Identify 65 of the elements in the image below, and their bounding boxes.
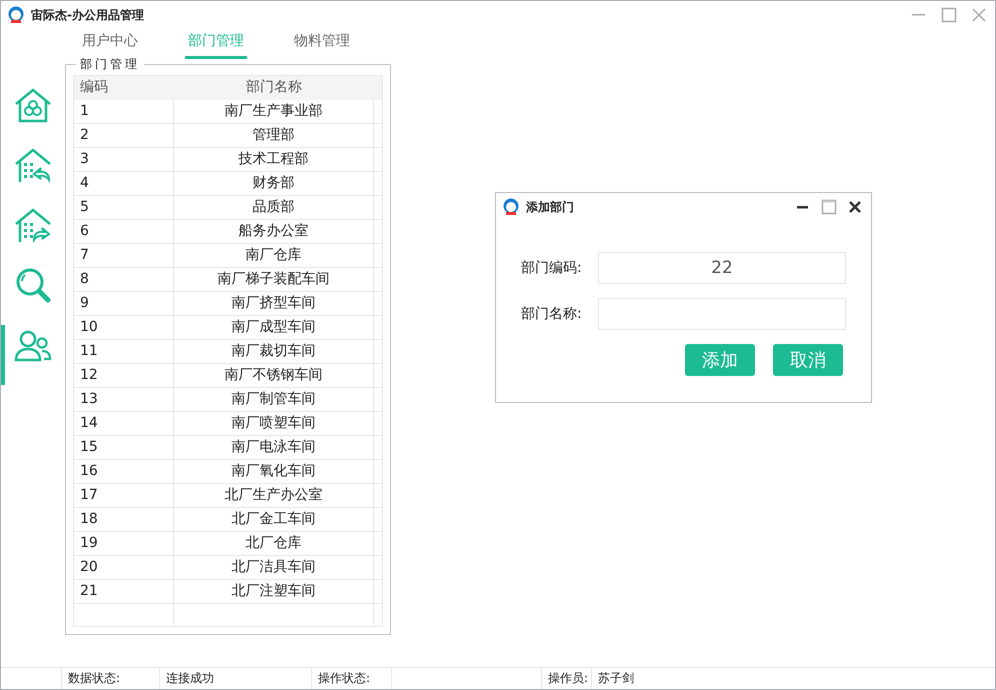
table-cell: 8 (74, 268, 174, 291)
table-cell: 南厂梯子装配车间 (174, 268, 374, 291)
table-cell: 9 (74, 292, 174, 315)
table-cell: 北厂注塑车间 (174, 580, 374, 603)
tab[interactable]: 物料管理 (291, 29, 353, 59)
status-value: 苏子剑 (598, 671, 634, 685)
app-icon (7, 6, 25, 24)
group-title: 部门管理 (76, 56, 144, 72)
table-cell: 18 (74, 508, 174, 531)
table-cell: 南厂不锈钢车间 (174, 364, 374, 387)
table-cell: 技术工程部 (174, 148, 374, 171)
maximize-icon[interactable] (821, 199, 837, 215)
table-cell: 12 (74, 364, 174, 387)
input-field[interactable]: 22 (598, 252, 846, 284)
close-icon[interactable] (847, 199, 863, 215)
app-icon (502, 198, 520, 216)
dialog-title: 添加部门 (526, 199, 574, 216)
building-return-icon (13, 146, 53, 186)
table-cell: 6 (74, 220, 174, 243)
table-cell: 南厂裁切车间 (174, 340, 374, 363)
table-cell: 19 (74, 532, 174, 555)
table-cell: 南厂氧化车间 (174, 460, 374, 483)
table-cell: 10 (74, 316, 174, 339)
table-cell: 北厂生产办公室 (174, 484, 374, 507)
table-cell: 南厂电泳车间 (174, 436, 374, 459)
window-title: 宙际杰-办公用品管理 (31, 7, 144, 24)
maximize-icon[interactable] (941, 7, 957, 23)
table-cell: 5 (74, 196, 174, 219)
column-header[interactable]: 部门名称 (174, 76, 374, 100)
table-cell: 管理部 (174, 124, 374, 147)
status-label: 数据状态: (61, 668, 159, 689)
table-cell: 1 (74, 100, 174, 123)
table-cell: 4 (74, 172, 174, 195)
table-cell: 南厂成型车间 (174, 316, 374, 339)
field-label: 部门名称: (521, 304, 583, 324)
table-cell: 20 (74, 556, 174, 579)
status-label: 操作员: (541, 668, 591, 689)
field-label: 部门编码: (521, 258, 583, 278)
table-cell: 11 (74, 340, 174, 363)
column-header[interactable]: 编码 (74, 76, 174, 100)
table-cell: 南厂生产事业部 (174, 100, 374, 123)
table-cell: 财务部 (174, 172, 374, 195)
table-cell: 7 (74, 244, 174, 267)
tab[interactable]: 用户中心 (79, 29, 141, 59)
table-cell: 南厂喷塑车间 (174, 412, 374, 435)
status-label: 操作状态: (311, 668, 391, 689)
table-cell: 17 (74, 484, 174, 507)
table-cell: 21 (74, 580, 174, 603)
table-cell: 南厂挤型车间 (174, 292, 374, 315)
table-cell: 14 (74, 412, 174, 435)
building-forward-icon (13, 206, 53, 246)
table-cell: 16 (74, 460, 174, 483)
table-cell: 15 (74, 436, 174, 459)
table-cell: 3 (74, 148, 174, 171)
input-field[interactable] (598, 298, 846, 330)
table-cell: 2 (74, 124, 174, 147)
table-cell: 船务办公室 (174, 220, 374, 243)
table-cell: 南厂制管车间 (174, 388, 374, 411)
status-value: 连接成功 (166, 671, 214, 685)
table-cell: 北厂洁具车间 (174, 556, 374, 579)
table-cell: 13 (74, 388, 174, 411)
table-cell: 南厂仓库 (174, 244, 374, 267)
table-cell: 北厂金工车间 (174, 508, 374, 531)
table-cell: 北厂仓库 (174, 532, 374, 555)
table-cell: 品质部 (174, 196, 374, 219)
